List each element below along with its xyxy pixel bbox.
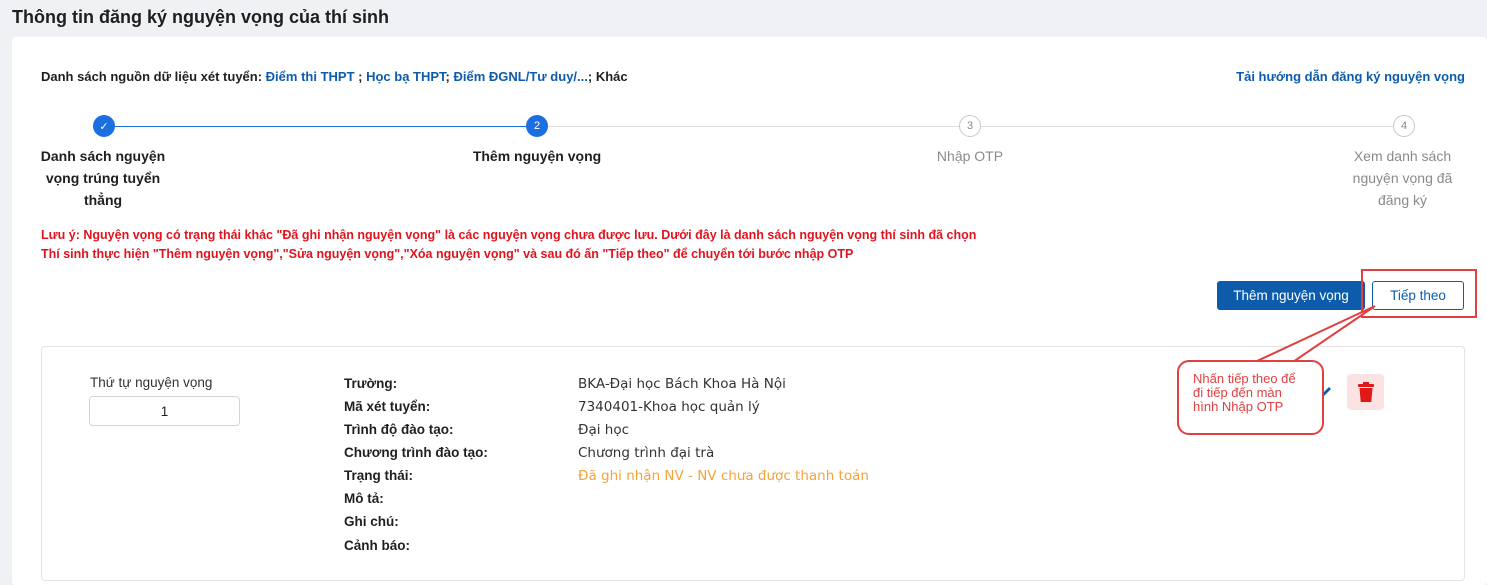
field-label-note: Ghi chú: (344, 514, 399, 529)
data-sources-label: Danh sách nguồn dữ liệu xét tuyển: (41, 69, 263, 84)
callout-line-2: đi tiếp đến màn (1193, 385, 1282, 400)
step-3-dot: 3 (959, 115, 981, 137)
field-label-status: Trạng thái: (344, 468, 414, 483)
step-2-label: Thêm nguyện vọng (472, 148, 602, 164)
step-1-label: Danh sách nguyện vọng trúng tuyển thẳng (40, 148, 166, 208)
field-label-admission-code: Mã xét tuyển: (344, 399, 431, 414)
field-label-program: Chương trình đào tạo: (344, 445, 488, 460)
page-title: Thông tin đăng ký nguyện vọng của thí si… (12, 7, 389, 27)
step-4-label: Xem danh sách nguyện vọng đã đăng ký (1352, 148, 1453, 208)
field-value-school: BKA-Đại học Bách Khoa Hà Nội (578, 376, 786, 392)
step-4-dot: 4 (1393, 115, 1415, 137)
source-link-hocba[interactable]: Học bạ THPT (366, 69, 445, 84)
delete-wish-button[interactable] (1347, 374, 1384, 410)
wish-order-label: Thứ tự nguyện vọng (90, 375, 213, 390)
source-link-dgnl[interactable]: Điểm ĐGNL/Tư duy/... (454, 69, 588, 84)
field-label-school: Trường: (344, 376, 398, 391)
step-3-label: Nhập OTP (936, 148, 1004, 164)
field-value-status: Đã ghi nhận NV - NV chưa được thanh toán (578, 468, 869, 484)
callout-line-1: Nhấn tiếp theo để (1193, 371, 1296, 386)
add-wish-button[interactable]: Thêm nguyện vọng (1217, 281, 1365, 310)
download-guide-link[interactable]: Tải hướng dẫn đăng ký nguyện vọng (1236, 69, 1465, 84)
stepper-line-done (104, 126, 537, 127)
field-value-program: Chương trình đại trà (578, 445, 715, 461)
step-2-dot: 2 (526, 115, 548, 137)
field-label-education-level: Trình độ đào tạo: (344, 422, 454, 437)
data-sources: Danh sách nguồn dữ liệu xét tuyển: Điểm … (41, 69, 628, 84)
annotation-callout: Nhấn tiếp theo để đi tiếp đến màn hình N… (1177, 360, 1324, 435)
source-other: Khác (595, 69, 628, 84)
field-value-education-level: Đại học (578, 422, 630, 438)
trash-icon (1357, 382, 1374, 402)
source-link-thpt[interactable]: Điểm thi THPT (266, 69, 355, 84)
field-value-admission-code: 7340401-Khoa học quản lý (578, 399, 760, 415)
step-1-check-icon: ✓ (93, 115, 115, 137)
callout-line-3: hình Nhập OTP (1193, 399, 1284, 414)
next-button[interactable]: Tiếp theo (1372, 281, 1464, 310)
field-label-description: Mô tả: (344, 491, 384, 506)
warning-note-line-1: Lưu ý: Nguyện vọng có trạng thái khác "Đ… (41, 228, 977, 242)
warning-notes: Lưu ý: Nguyện vọng có trạng thái khác "Đ… (41, 226, 976, 264)
warning-note-line-2: Thí sinh thực hiện "Thêm nguyện vọng","S… (41, 247, 854, 261)
field-label-warning: Cảnh báo: (344, 538, 410, 553)
wish-order-input[interactable] (89, 396, 240, 426)
